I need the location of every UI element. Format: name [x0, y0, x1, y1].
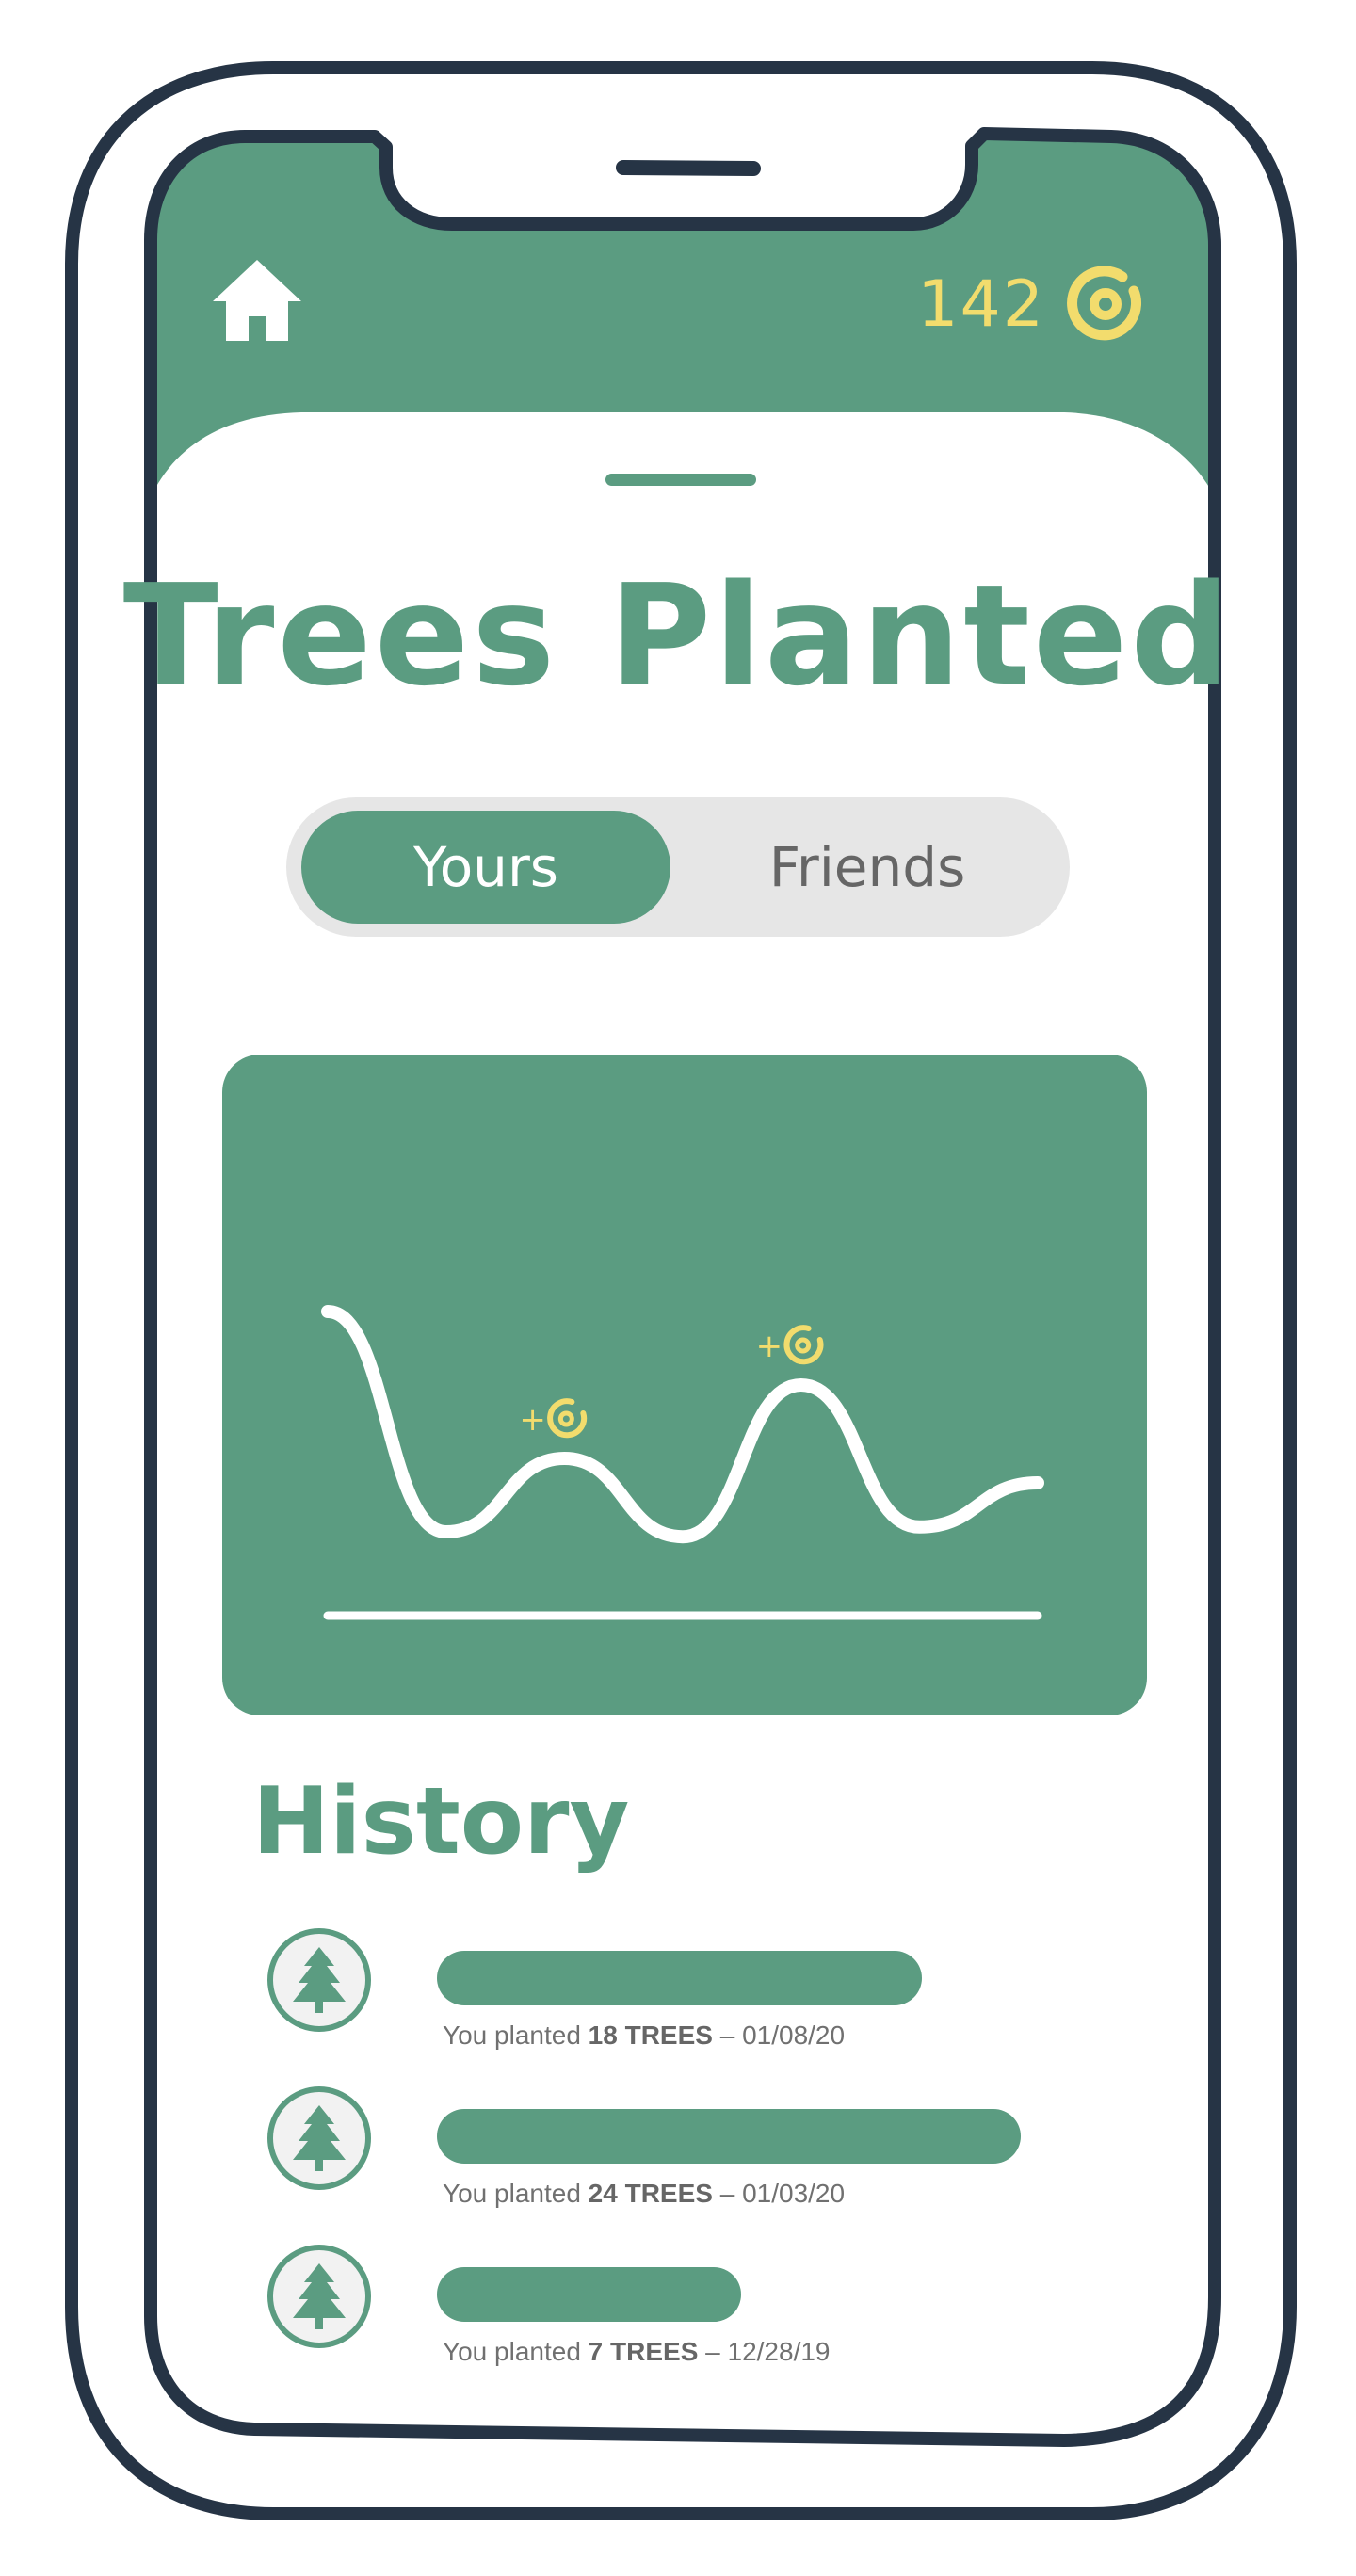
chart-series-line	[321, 1305, 1044, 1544]
history-row[interactable]: You planted 24 TREES – 01/03/20	[264, 2086, 1111, 2209]
history-row[interactable]: You planted 18 TREES – 01/08/20	[264, 1928, 1111, 2051]
coin-icon	[1067, 266, 1142, 341]
page-title: Trees Planted	[122, 555, 1234, 716]
yours-friends-toggle: Yours Friends	[286, 797, 1070, 937]
chart-marker-plus: +	[519, 1401, 546, 1439]
history-row[interactable]: You planted 7 TREES – 12/28/19	[264, 2245, 1111, 2367]
home-icon[interactable]	[213, 260, 301, 341]
coin-balance-value: 142	[917, 266, 1045, 342]
tree-icon	[293, 2263, 346, 2329]
toggle-option-yours[interactable]: Yours	[301, 811, 670, 924]
tree-icon-badge	[267, 2086, 371, 2190]
chart-marker-plus: +	[756, 1328, 783, 1365]
tree-icon	[293, 1947, 346, 2013]
history-text: You planted 24 TREES – 01/03/20	[443, 2179, 846, 2208]
coin-icon	[783, 1325, 824, 1365]
tree-icon-badge	[267, 2245, 371, 2348]
sheet-grabber[interactable]	[605, 474, 756, 486]
history-bar	[437, 1951, 922, 2005]
trees-chart-card: + +	[222, 1055, 1147, 1715]
chart-coin-marker: +	[519, 1398, 588, 1439]
chart-coin-marker: +	[756, 1325, 824, 1365]
history-bar	[437, 2267, 741, 2322]
coin-balance[interactable]: 142	[917, 262, 1145, 346]
coin-icon	[547, 1398, 588, 1439]
history-bar	[437, 2109, 1021, 2164]
history-title: History	[252, 1768, 630, 1876]
history-text: You planted 18 TREES – 01/08/20	[443, 2021, 846, 2050]
history-text: You planted 7 TREES – 12/28/19	[443, 2337, 831, 2366]
tree-icon-badge	[267, 1928, 371, 2032]
toggle-option-friends[interactable]: Friends	[680, 811, 1055, 924]
tree-icon	[293, 2105, 346, 2171]
trees-line-chart: ++	[321, 1305, 1044, 1620]
